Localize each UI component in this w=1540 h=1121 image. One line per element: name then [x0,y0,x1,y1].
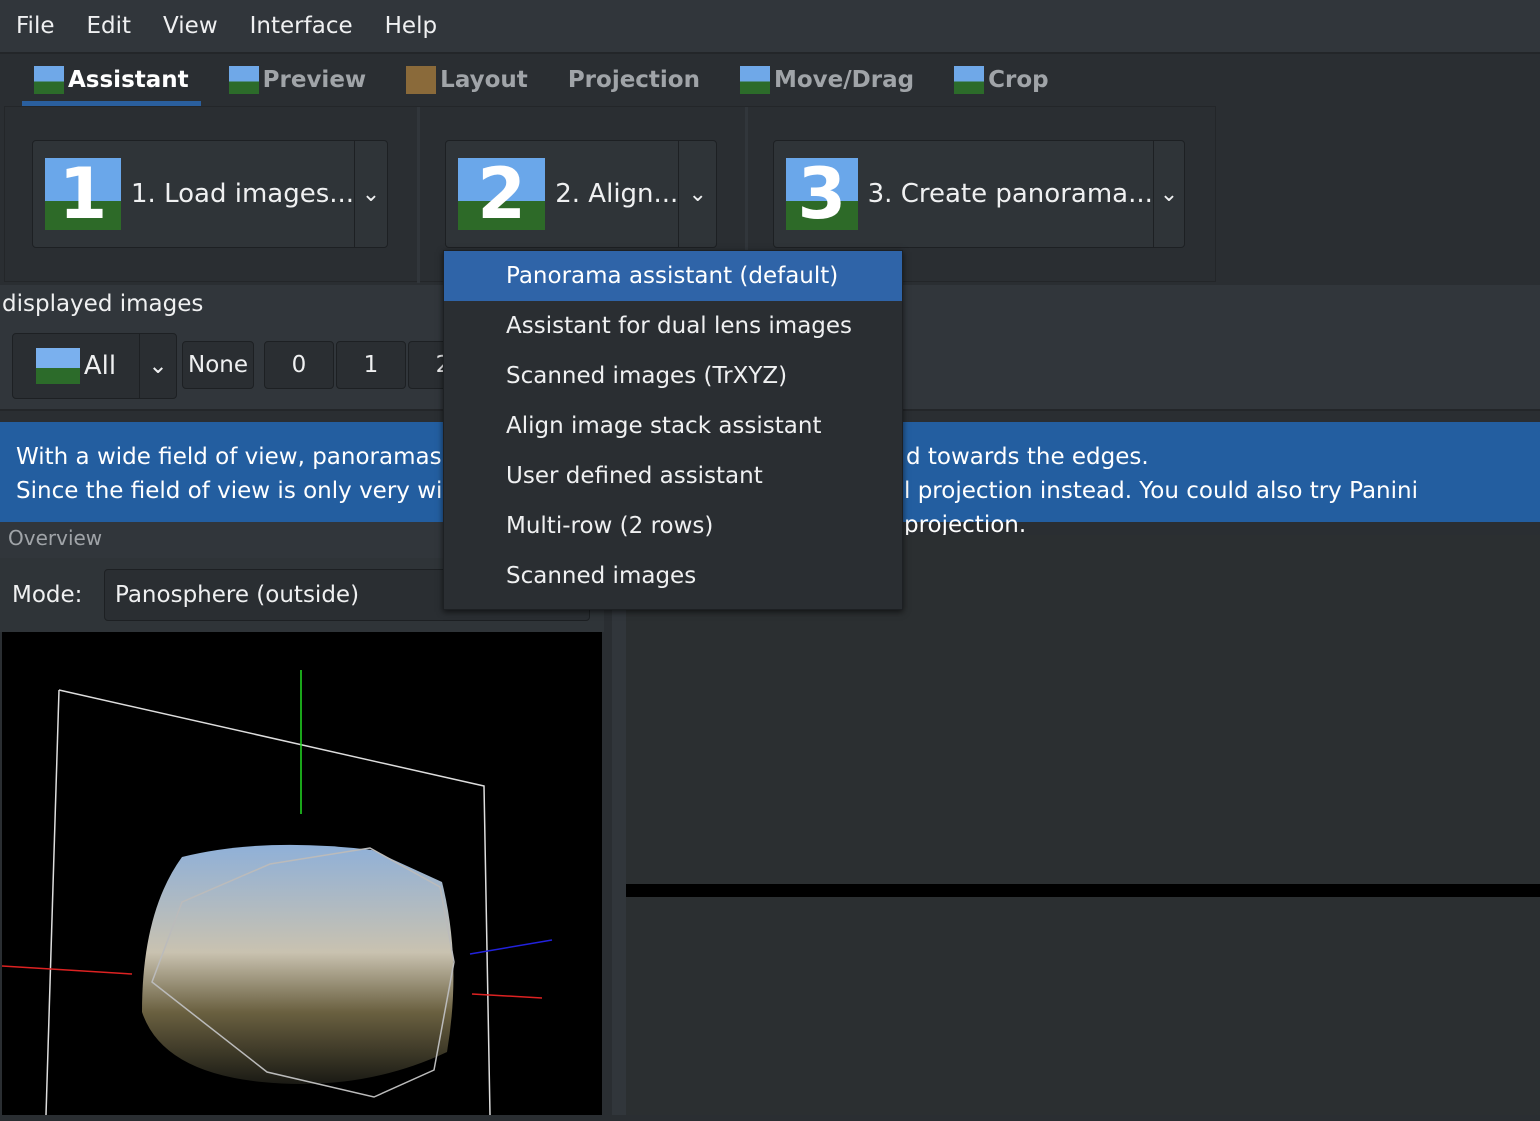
step-label: 1. Load images... [131,179,355,209]
step-label: 3. Create panorama... [867,179,1153,209]
tab-layout[interactable]: Layout [394,54,540,106]
step-1-icon: 1 [45,153,122,235]
tab-move-drag[interactable]: Move/Drag [728,54,926,106]
menu-item-multi-row[interactable]: Multi-row (2 rows) [444,501,902,551]
divider [417,107,420,283]
menubar: File Edit View Interface Help [0,0,1540,52]
tab-projection[interactable]: Projection [556,54,712,106]
tab-label: Layout [440,67,528,93]
chevron-down-icon[interactable]: ⌄ [354,141,387,247]
menu-item-panorama-assistant[interactable]: Panorama assistant (default) [444,251,902,301]
banner-text: d towards the edges. [906,444,1149,470]
menu-view[interactable]: View [163,13,218,39]
assistant-icon [34,66,64,94]
right-panel [626,535,1540,1115]
divider [626,884,1540,897]
image-toggle-1[interactable]: 1 [336,341,406,389]
tab-preview[interactable]: Preview [217,54,379,106]
gl-preview-icon [228,66,259,94]
step-label: 2. Align... [555,179,679,209]
menu-item-scanned-images[interactable]: Scanned images [444,551,902,601]
menu-item-align-stack[interactable]: Align image stack assistant [444,401,902,451]
chevron-down-icon[interactable]: ⌄ [678,141,716,247]
show-all-button[interactable]: All [12,333,140,399]
tab-label: Projection [567,67,700,93]
move-drag-icon [739,66,770,94]
load-images-button[interactable]: 1 1. Load images... ⌄ [32,140,388,248]
tab-bar: Assistant Preview Layout Projection Move… [0,52,1540,106]
menu-item-dual-lens[interactable]: Assistant for dual lens images [444,301,902,351]
menu-help[interactable]: Help [385,13,437,39]
tab-label: Preview [262,67,367,93]
tab-label: Move/Drag [773,67,915,93]
menu-file[interactable]: File [16,13,55,39]
none-button[interactable]: None [182,341,254,389]
button-label: All [83,351,117,381]
splitter-handle[interactable] [604,522,626,1115]
assistant-dropdown-menu: Panorama assistant (default) Assistant f… [443,250,903,610]
banner-text: Since the field of view is only very wid… [16,478,472,504]
panosphere-preview[interactable] [1,632,602,1116]
tab-crop[interactable]: Crop [942,54,1061,106]
banner-text: With a wide field of view, panoramas w [16,444,468,470]
tab-label: Assistant [68,67,189,93]
layout-icon [406,66,437,94]
image-icon [35,348,80,384]
step-3-icon: 3 [786,153,858,235]
create-panorama-button[interactable]: 3 3. Create panorama... ⌄ [773,140,1185,248]
tab-assistant[interactable]: Assistant [22,54,201,106]
menu-edit[interactable]: Edit [87,13,132,39]
image-toggle-0[interactable]: 0 [264,341,334,389]
menu-interface[interactable]: Interface [250,13,353,39]
menu-item-scanned-trxyz[interactable]: Scanned images (TrXYZ) [444,351,902,401]
step-2-icon: 2 [458,153,546,235]
align-button[interactable]: 2 2. Align... ⌄ [445,140,717,248]
preview-canvas [1,670,553,1116]
crop-icon [954,66,985,94]
menu-item-user-defined[interactable]: User defined assistant [444,451,902,501]
overview-title: Overview [8,526,103,550]
banner-text: l projection instead. You could also try… [904,478,1418,538]
tab-label: Crop [988,67,1049,93]
mode-label: Mode: [12,582,83,608]
section-title: displayed images [2,291,204,317]
chevron-down-icon[interactable]: ⌄ [1152,141,1184,247]
chevron-down-icon[interactable]: ⌄ [139,333,177,399]
